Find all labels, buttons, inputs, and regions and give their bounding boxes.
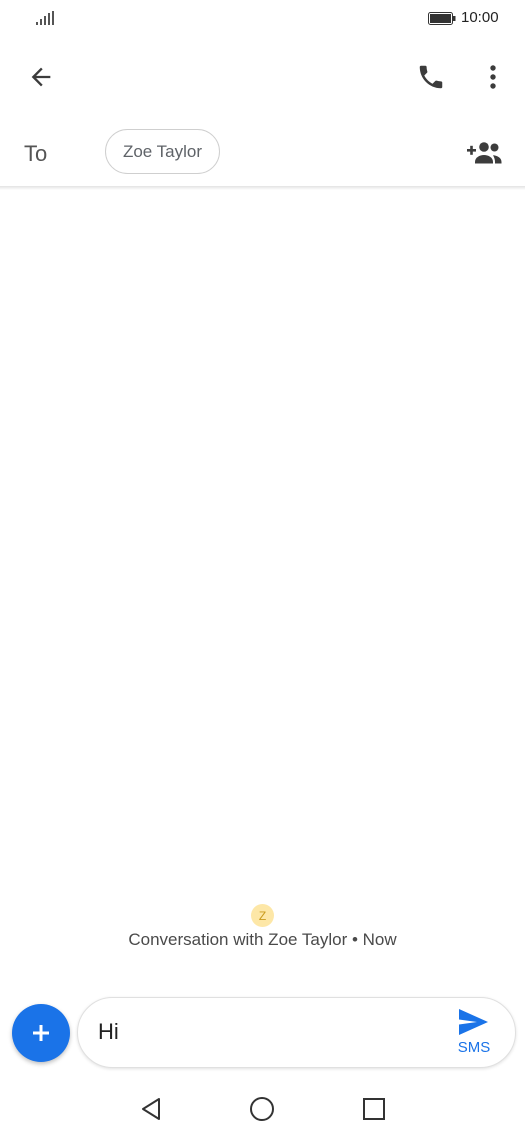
send-icon <box>459 1009 488 1035</box>
nav-recents-icon[interactable] <box>360 1095 388 1123</box>
message-input[interactable] <box>98 1016 428 1048</box>
signal-icon <box>36 11 54 25</box>
header-divider <box>0 186 525 190</box>
conversation-info: Conversation with Zoe Taylor • Now <box>128 930 397 949</box>
avatar: Z <box>251 904 274 927</box>
send-sms-button[interactable]: SMS <box>448 1004 500 1060</box>
more-vert-icon <box>490 65 496 89</box>
recipient-chip-label: Zoe Taylor <box>122 141 203 161</box>
avatar-letter: Z <box>258 908 267 923</box>
call-button[interactable] <box>410 56 452 98</box>
back-arrow-icon <box>31 67 51 87</box>
more-options-button[interactable] <box>474 56 512 98</box>
recipient-chip[interactable]: Zoe Taylor <box>105 129 220 174</box>
phone-icon <box>419 65 443 89</box>
plus-icon <box>33 1025 49 1041</box>
to-label: To <box>24 141 48 166</box>
add-contact-icon <box>467 142 502 164</box>
back-button[interactable] <box>20 56 62 98</box>
status-time: 10:00 <box>461 9 499 26</box>
nav-back-icon[interactable] <box>137 1095 165 1123</box>
attach-button[interactable] <box>12 1004 70 1062</box>
status-bar: 10:00 <box>0 0 525 38</box>
send-label: SMS <box>457 1039 491 1056</box>
messaging-screen: 10:00 To Zoe Taylor Z Conversation with … <box>0 0 525 1138</box>
add-contact-button[interactable] <box>462 136 506 170</box>
battery-icon <box>428 12 456 25</box>
nav-home-icon[interactable] <box>248 1095 276 1123</box>
